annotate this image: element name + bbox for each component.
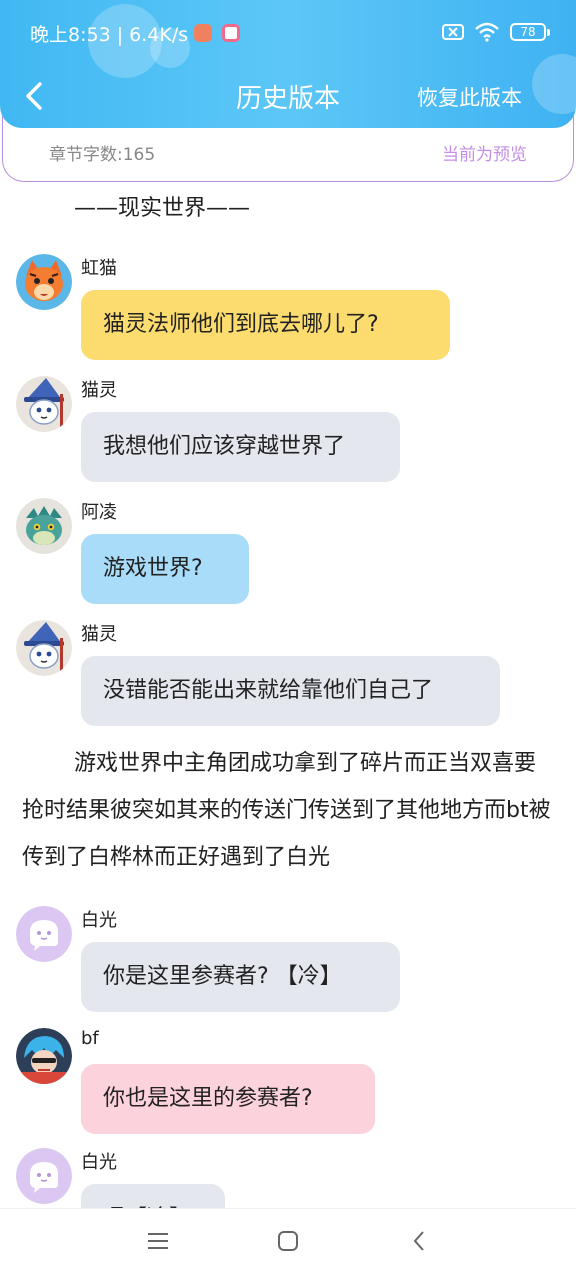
message-bubble[interactable]: 你也是这里的参赛者? — [81, 1064, 375, 1134]
purple-ghost-avatar[interactable] — [16, 1148, 72, 1204]
back-icon[interactable] — [408, 1229, 432, 1253]
message-bubble[interactable]: 猫灵法师他们到底去哪儿了? — [81, 290, 450, 360]
orange-tiger-avatar[interactable] — [16, 254, 72, 310]
status-bar: 晚上8:53 | 6.4K/s 78 — [0, 14, 576, 54]
scene-title: ——现实世界—— — [74, 196, 251, 221]
sender-name: bf — [81, 1028, 99, 1049]
battery-icon: 78 — [510, 23, 550, 41]
status-time: 晚上8:53 | 6.4K/s — [30, 24, 189, 46]
menu-icon[interactable] — [146, 1229, 170, 1253]
nav-bar: 历史版本 恢复此版本 — [0, 72, 576, 120]
wizard-cat-avatar[interactable] — [16, 620, 72, 676]
preview-label: 当前为预览 — [442, 145, 527, 165]
app-notification-icon — [194, 24, 212, 42]
message-bubble[interactable]: 我想他们应该穿越世界了 — [81, 412, 400, 482]
sender-name: 猫灵 — [81, 624, 117, 645]
sender-name: 虹猫 — [81, 258, 117, 279]
system-nav-bar — [0, 1208, 576, 1280]
sender-name: 白光 — [81, 1152, 117, 1173]
narration-paragraph: 游戏世界中主角团成功拿到了碎片而正当双喜要抢时结果彼突如其来的传送门传送到了其他… — [22, 751, 551, 870]
message-bubble[interactable]: 游戏世界? — [81, 534, 249, 604]
green-lizard-avatar[interactable] — [16, 498, 72, 554]
message-bubble[interactable]: 没错能否能出来就给靠他们自己了 — [81, 656, 500, 726]
purple-ghost-avatar[interactable] — [16, 906, 72, 962]
word-count: 章节字数:165 — [49, 145, 156, 165]
restore-version-button[interactable]: 恢复此版本 — [417, 82, 522, 112]
game-notification-icon — [222, 24, 240, 42]
wizard-cat-avatar[interactable] — [16, 376, 72, 432]
status-icons: 78 — [442, 22, 550, 42]
message-bubble[interactable]: 你是这里参赛者? 【冷】 — [81, 942, 400, 1012]
header-bar: 晚上8:53 | 6.4K/s 78 历史版本 恢复此版本 — [0, 0, 576, 128]
sender-name: 白光 — [81, 910, 117, 931]
sender-name: 阿凌 — [81, 502, 117, 523]
blue-hair-avatar[interactable] — [16, 1028, 72, 1084]
wifi-icon — [475, 22, 499, 42]
sim-off-icon — [442, 24, 464, 40]
sender-name: 猫灵 — [81, 380, 117, 401]
home-icon[interactable] — [276, 1229, 300, 1253]
